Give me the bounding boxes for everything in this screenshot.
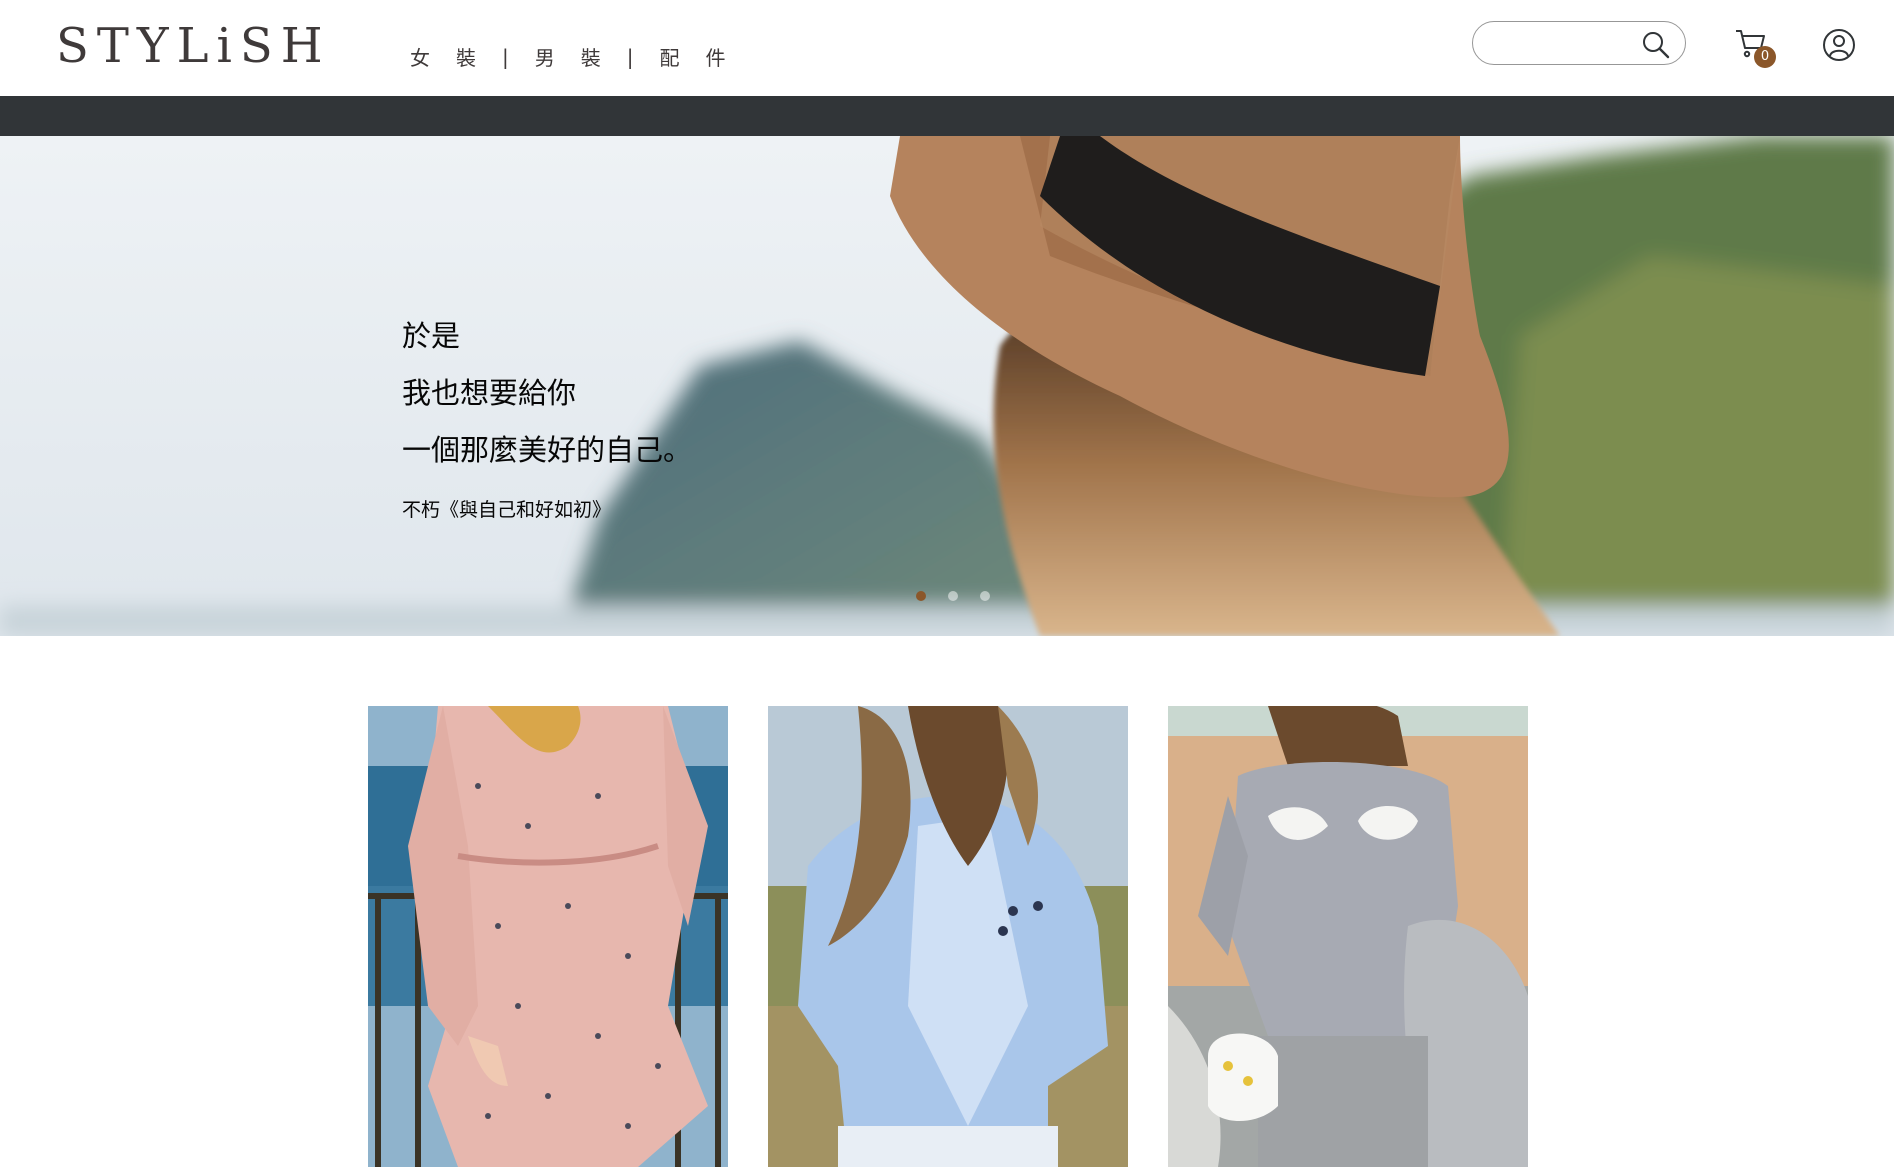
main-nav: 女裝 | 男裝 | 配件: [410, 42, 752, 71]
member-button[interactable]: [1822, 28, 1856, 62]
cart-button[interactable]: 0: [1734, 26, 1778, 70]
product-card-blue-blouse[interactable]: [768, 706, 1128, 1167]
nav-item-men[interactable]: 男裝: [535, 42, 627, 71]
product-card-pink-dress[interactable]: [368, 706, 728, 1167]
nav-separator: |: [626, 44, 634, 69]
search-input[interactable]: [1489, 30, 1633, 58]
product-card-grey-blouse[interactable]: [1168, 706, 1528, 1167]
hero-quote-source: 不朽《與自己和好如初》: [402, 499, 612, 521]
carousel-dots: [916, 591, 1012, 601]
carousel-dot[interactable]: [980, 591, 990, 601]
carousel-dot[interactable]: [916, 591, 926, 601]
hero-image: [0, 136, 1894, 636]
hero-banner[interactable]: 於是 我也想要給你 一個那麼美好的自己。 不朽《與自己和好如初》: [0, 136, 1894, 636]
product-image: [1168, 706, 1528, 1167]
nav-item-women[interactable]: 女裝: [410, 42, 502, 71]
nav-separator: |: [502, 44, 509, 69]
nav-item-accessories[interactable]: 配件: [660, 42, 752, 71]
carousel-dot[interactable]: [948, 591, 958, 601]
member-icon: [1823, 29, 1855, 61]
product-image: [768, 706, 1128, 1167]
site-header: STYLiSH 女裝 | 男裝 | 配件 0: [0, 0, 1894, 96]
search-box: [1472, 21, 1686, 65]
hero-quote-line: 我也想要給你: [402, 376, 577, 410]
hero-quote: 於是 我也想要給你 一個那麼美好的自己。 不朽《與自己和好如初》: [402, 308, 692, 522]
hero-quote-line: 一個那麼美好的自己。: [402, 433, 693, 467]
product-image: [368, 706, 728, 1167]
header-divider-bar: [0, 96, 1894, 136]
hero-quote-line: 於是: [402, 319, 461, 353]
logo[interactable]: STYLiSH: [56, 22, 331, 70]
search-icon[interactable]: [1641, 30, 1671, 60]
cart-count-badge: 0: [1754, 46, 1776, 68]
